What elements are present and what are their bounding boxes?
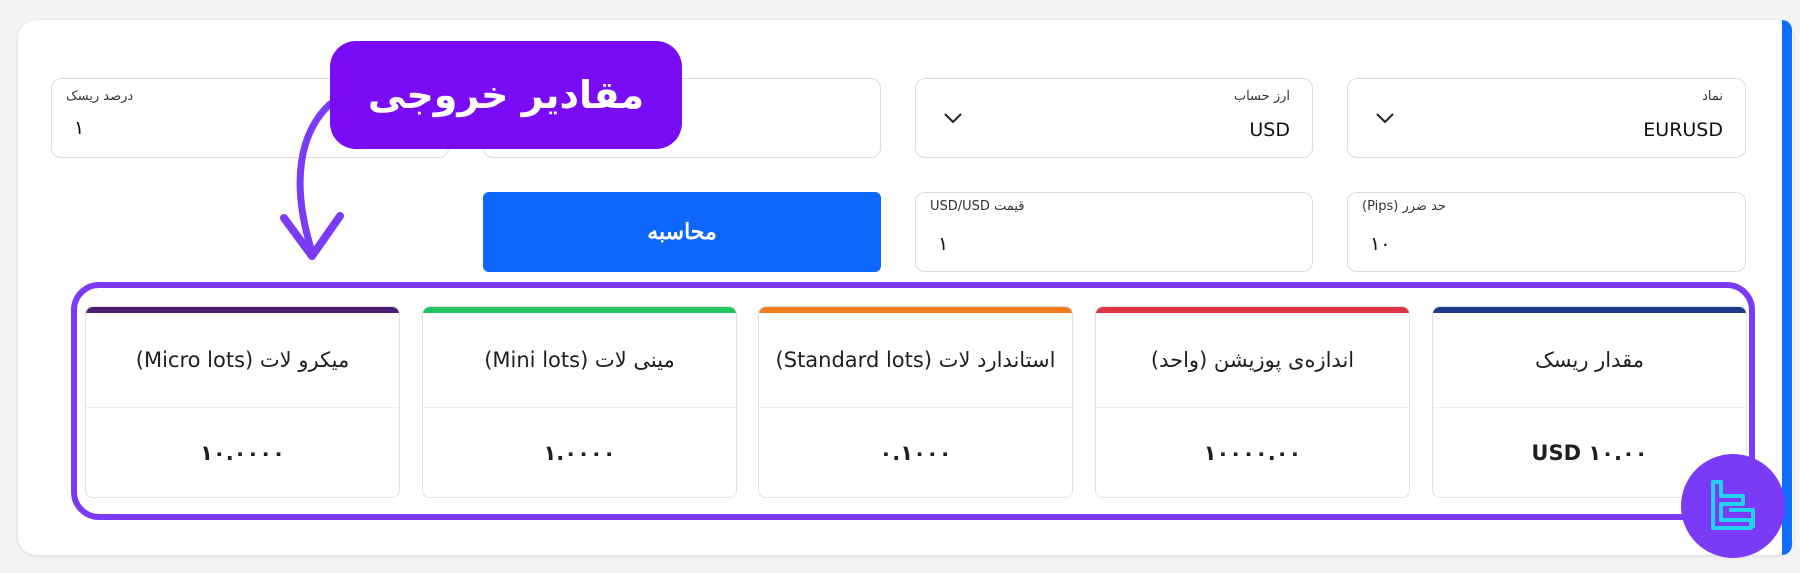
result-card-position-size: اندازه‌ی پوزیشن (واحد) ۱۰۰۰۰.۰۰ <box>1095 306 1410 498</box>
result-title: اندازه‌ی پوزیشن (واحد) <box>1096 313 1409 408</box>
stop-loss-label: حد ضرر (Pips) <box>1362 199 1446 214</box>
symbol-select[interactable]: نماد EURUSD <box>1347 78 1746 158</box>
account-currency-label: ارز حساب <box>1233 89 1290 104</box>
chevron-down-icon[interactable] <box>1374 107 1396 129</box>
result-value: ۱۰.۰۰۰۰ <box>200 440 285 465</box>
chevron-down-icon[interactable] <box>942 107 964 129</box>
symbol-value: EURUSD <box>1643 119 1723 141</box>
stop-loss-field[interactable]: حد ضرر (Pips) ۱۰ <box>1347 192 1746 272</box>
price-input[interactable]: ۱ <box>938 233 948 255</box>
stop-loss-input[interactable]: ۱۰ <box>1370 233 1390 255</box>
result-card-mini-lots: مینی لات (Mini lots) ۱.۰۰۰۰ <box>422 306 737 498</box>
calculate-button[interactable]: محاسبه <box>483 192 881 272</box>
account-currency-select[interactable]: ارز حساب USD <box>915 78 1313 158</box>
price-field[interactable]: قیمت USD/USD ۱ <box>915 192 1313 272</box>
result-value: ۱.۰۰۰۰ <box>543 440 616 465</box>
brand-logo-icon <box>1681 454 1785 558</box>
result-title: مینی لات (Mini lots) <box>423 313 736 408</box>
risk-percent-input[interactable]: ۱ <box>74 117 84 139</box>
result-title: مقدار ریسک <box>1433 313 1746 408</box>
result-title: استاندارد لات (Standard lots) <box>759 313 1072 408</box>
price-label: قیمت USD/USD <box>930 199 1025 214</box>
account-currency-value: USD <box>1249 119 1290 141</box>
symbol-label: نماد <box>1702 89 1723 104</box>
risk-percent-label: درصد ریسک <box>66 89 134 104</box>
result-value: ۱۰۰۰۰.۰۰ <box>1203 440 1302 465</box>
result-card-standard-lots: استاندارد لات (Standard lots) ۰.۱۰۰۰ <box>758 306 1073 498</box>
output-values-callout: مقادیر خروجی <box>330 41 682 149</box>
result-card-micro-lots: میکرو لات (Micro lots) ۱۰.۰۰۰۰ <box>85 306 400 498</box>
brand-mark-icon <box>1711 480 1755 530</box>
calculator-screen: نماد EURUSD ارز حساب USD درصد ریسک ۱ حد … <box>0 0 1800 573</box>
result-title: میکرو لات (Micro lots) <box>86 313 399 408</box>
result-value: ۰.۱۰۰۰ <box>879 440 952 465</box>
right-accent-bar <box>1782 20 1792 555</box>
